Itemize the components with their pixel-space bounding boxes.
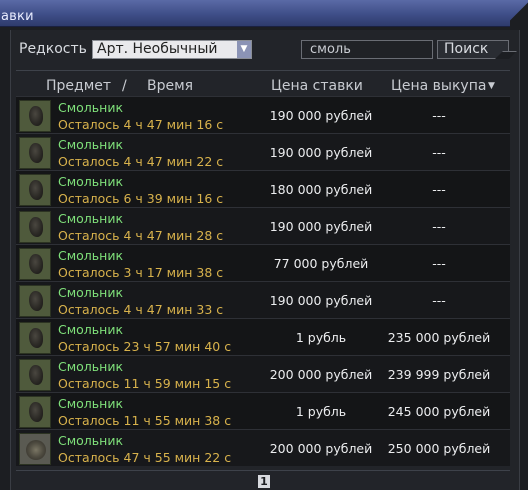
- item-name: Смольник: [58, 248, 124, 263]
- resin-artifact-icon: [19, 137, 51, 169]
- resin-artifact-icon-alt: [19, 433, 51, 465]
- buyout-price: ---: [432, 219, 446, 234]
- item-name: Смольник: [58, 100, 124, 115]
- item-name: Смольник: [58, 322, 124, 337]
- bid-price: 1 рубль: [295, 404, 347, 419]
- table-row[interactable]: Смольник Осталось 11 ч 55 мин 38 с 1 руб…: [16, 392, 510, 429]
- table-row[interactable]: Смольник Осталось 4 ч 47 мин 33 с 190 00…: [16, 281, 510, 318]
- buyout-price: ---: [432, 145, 446, 160]
- resin-artifact-icon: [19, 285, 51, 317]
- bid-price: 190 000 рублей: [269, 108, 373, 123]
- time-remaining: Осталось 4 ч 47 мин 28 с: [58, 228, 224, 243]
- buyout-price: 250 000 рублей: [387, 441, 491, 456]
- resin-artifact-icon: [19, 100, 51, 132]
- column-header-time[interactable]: Время: [147, 78, 193, 94]
- time-remaining: Осталось 11 ч 59 мин 15 с: [58, 376, 232, 391]
- lots-table: Смольник Осталось 4 ч 47 мин 16 с 190 00…: [16, 96, 510, 466]
- table-row[interactable]: Смольник Осталось 23 ч 57 мин 40 с 1 руб…: [16, 318, 510, 355]
- time-remaining: Осталось 47 ч 55 мин 22 с: [58, 450, 232, 465]
- window-title: авки: [1, 9, 34, 24]
- buyout-price: ---: [432, 182, 446, 197]
- buyout-price: ---: [432, 108, 446, 123]
- item-name: Смольник: [58, 137, 124, 152]
- column-header-separator: /: [122, 78, 127, 94]
- column-header-buyout[interactable]: Цена выкупа: [391, 78, 486, 94]
- column-header-bid[interactable]: Цена ставки: [271, 78, 363, 94]
- time-remaining: Осталось 4 ч 47 мин 22 с: [58, 154, 224, 169]
- resin-artifact-icon: [19, 396, 51, 428]
- table-row[interactable]: Смольник Осталось 4 ч 47 мин 28 с 190 00…: [16, 207, 510, 244]
- bid-price: 190 000 рублей: [269, 219, 373, 234]
- buyout-price: ---: [432, 256, 446, 271]
- time-remaining: Осталось 4 ч 47 мин 33 с: [58, 302, 224, 317]
- bid-price: 190 000 рублей: [269, 293, 373, 308]
- table-row[interactable]: Смольник Осталось 4 ч 47 мин 22 с 190 00…: [16, 133, 510, 170]
- buyout-price: 245 000 рублей: [387, 404, 491, 419]
- rarity-label: Редкость: [19, 41, 87, 57]
- table-row[interactable]: Смольник Осталось 47 ч 55 мин 22 с 200 0…: [16, 429, 510, 466]
- search-button[interactable]: Поиск: [437, 40, 517, 59]
- table-row[interactable]: Смольник Осталось 3 ч 17 мин 38 с 77 000…: [16, 244, 510, 281]
- sort-desc-icon[interactable]: ▼: [488, 81, 495, 91]
- window-titlebar[interactable]: авки: [0, 0, 528, 27]
- buyout-price: 235 000 рублей: [387, 330, 491, 345]
- table-row[interactable]: Смольник Осталось 6 ч 39 мин 16 с 180 00…: [16, 170, 510, 207]
- search-input[interactable]: смоль: [301, 40, 433, 59]
- bid-price: 1 рубль: [295, 330, 347, 345]
- item-name: Смольник: [58, 211, 124, 226]
- time-remaining: Осталось 11 ч 55 мин 38 с: [58, 413, 232, 428]
- bid-price: 200 000 рублей: [269, 367, 373, 382]
- item-name: Смольник: [58, 174, 124, 189]
- table-row[interactable]: Смольник Осталось 4 ч 47 мин 16 с 190 00…: [16, 96, 510, 133]
- item-name: Смольник: [58, 359, 124, 374]
- resin-artifact-icon: [19, 322, 51, 354]
- search-button-label: Поиск: [444, 41, 489, 57]
- titlebar-corner: [510, 0, 528, 27]
- buyout-price: 239 999 рублей: [387, 367, 491, 382]
- item-name: Смольник: [58, 285, 124, 300]
- pagination: 1: [16, 470, 510, 488]
- time-remaining: Осталось 6 ч 39 мин 16 с: [58, 191, 224, 206]
- table-row[interactable]: Смольник Осталось 11 ч 59 мин 15 с 200 0…: [16, 355, 510, 392]
- bid-price: 180 000 рублей: [269, 182, 373, 197]
- header-divider: [16, 70, 510, 71]
- page-button-current[interactable]: 1: [258, 475, 270, 488]
- item-name: Смольник: [58, 396, 124, 411]
- column-header-item[interactable]: Предмет: [46, 78, 111, 94]
- bid-price: 200 000 рублей: [269, 441, 373, 456]
- resin-artifact-icon: [19, 359, 51, 391]
- time-remaining: Осталось 4 ч 47 мин 16 с: [58, 117, 224, 132]
- time-remaining: Осталось 23 ч 57 мин 40 с: [58, 339, 232, 354]
- rarity-dropdown-value: Арт. Необычный: [97, 41, 218, 57]
- resin-artifact-icon: [19, 211, 51, 243]
- column-headers: Предмет / Время Цена ставки Цена выкупа …: [16, 78, 510, 96]
- buyout-price: ---: [432, 293, 446, 308]
- resin-artifact-icon: [19, 174, 51, 206]
- chevron-down-icon[interactable]: ▼: [237, 41, 251, 58]
- bid-price: 77 000 рублей: [273, 256, 369, 271]
- bid-price: 190 000 рублей: [269, 145, 373, 160]
- rarity-dropdown[interactable]: Арт. Необычный ▼: [92, 40, 252, 59]
- item-name: Смольник: [58, 433, 124, 448]
- time-remaining: Осталось 3 ч 17 мин 38 с: [58, 265, 224, 280]
- resin-artifact-icon: [19, 248, 51, 280]
